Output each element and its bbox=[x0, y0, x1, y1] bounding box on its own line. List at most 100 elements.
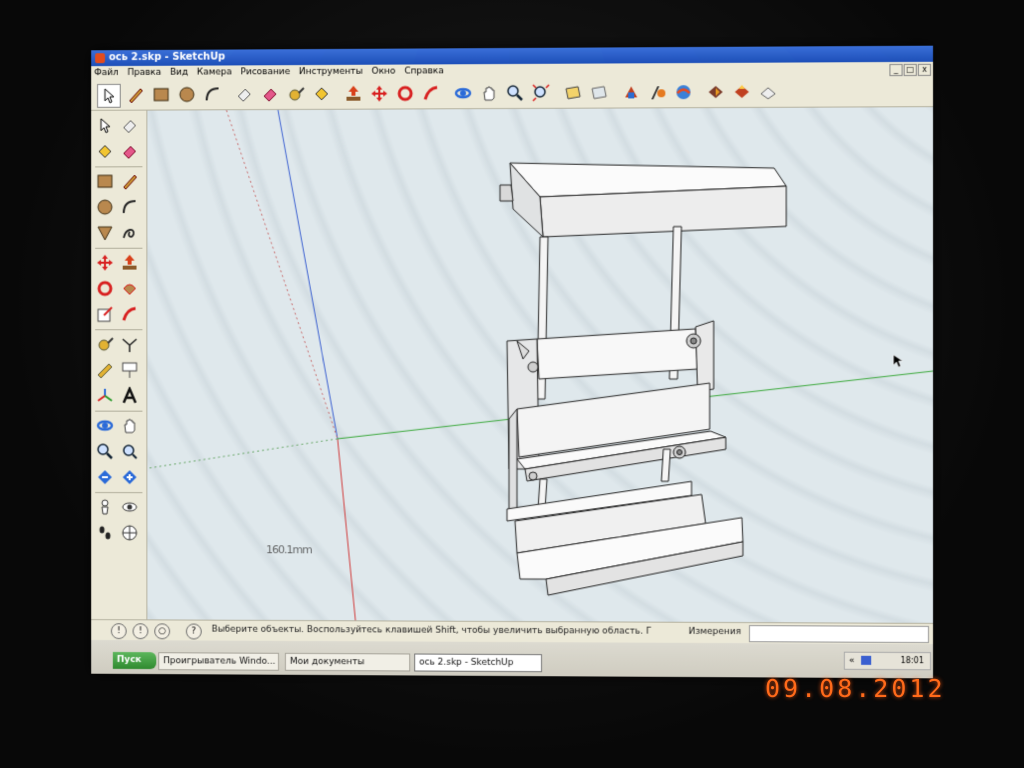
paint-bucket-icon[interactable] bbox=[311, 83, 333, 105]
task-my-documents[interactable]: Мои документы bbox=[284, 652, 411, 672]
paint-bucket-icon[interactable] bbox=[94, 141, 116, 163]
previous-icon[interactable] bbox=[94, 466, 116, 488]
pink-eraser-icon[interactable] bbox=[259, 83, 281, 105]
tray-chevron[interactable]: « bbox=[849, 656, 855, 666]
toolbar-separator bbox=[95, 166, 143, 168]
eraser-icon[interactable] bbox=[119, 140, 141, 162]
menu-camera[interactable]: Камера bbox=[194, 65, 235, 79]
freehand-icon[interactable] bbox=[119, 222, 141, 244]
windows-taskbar: Пуск Проигрыватель Windo... Мои документ… bbox=[91, 639, 934, 679]
user-icon[interactable]: ○ bbox=[154, 623, 171, 640]
look-around-icon[interactable] bbox=[119, 496, 141, 518]
red-axis bbox=[338, 439, 356, 621]
toolbar-separator bbox=[95, 410, 143, 412]
push-pull-icon[interactable] bbox=[119, 252, 141, 274]
select-arrow-icon[interactable] bbox=[97, 83, 121, 108]
menu-window[interactable]: Окно bbox=[369, 65, 399, 79]
components-icon[interactable] bbox=[620, 81, 642, 103]
screen: ось 2.skp - SketchUp Файл Правка Вид Кам… bbox=[91, 45, 934, 679]
geo-location-icon[interactable]: ! bbox=[110, 623, 127, 640]
measurements-label: Измерения bbox=[688, 626, 742, 638]
tape-measure-icon[interactable] bbox=[94, 333, 116, 355]
3d-viewport[interactable]: 160.1mm bbox=[147, 107, 934, 623]
orbit-icon[interactable] bbox=[452, 82, 474, 104]
red-axis-dashed bbox=[226, 110, 337, 439]
toolbar-separator bbox=[95, 247, 143, 249]
menu-draw[interactable]: Рисование bbox=[238, 65, 293, 79]
toolbar-separator bbox=[95, 492, 143, 494]
3d-warehouse-icon[interactable] bbox=[672, 81, 694, 103]
circle-icon[interactable] bbox=[94, 196, 116, 218]
menu-view[interactable]: Вид bbox=[167, 66, 191, 80]
pan-icon[interactable] bbox=[119, 415, 141, 437]
select-icon[interactable] bbox=[94, 115, 116, 137]
circle-icon[interactable] bbox=[176, 84, 198, 106]
menu-file[interactable]: Файл bbox=[91, 66, 121, 80]
zoom-icon[interactable] bbox=[504, 82, 526, 104]
task-label: Проигрыватель Windo... bbox=[163, 656, 276, 667]
next-view-icon[interactable] bbox=[588, 82, 610, 104]
close-button[interactable]: x bbox=[917, 63, 931, 76]
pencil-icon[interactable] bbox=[125, 84, 147, 106]
photo-date-stamp: 09.08.2012 bbox=[765, 674, 946, 703]
get-models-icon[interactable] bbox=[705, 81, 727, 103]
make-component-icon[interactable] bbox=[119, 115, 141, 137]
arc-icon[interactable] bbox=[202, 83, 224, 105]
protractor-icon[interactable] bbox=[94, 359, 116, 381]
task-label: Мои документы bbox=[289, 656, 365, 668]
start-button[interactable]: Пуск bbox=[112, 651, 157, 670]
menu-edit[interactable]: Правка bbox=[124, 66, 164, 80]
scale-icon[interactable] bbox=[94, 303, 116, 325]
language-flag-icon[interactable] bbox=[861, 655, 872, 665]
menu-tools[interactable]: Инструменты bbox=[296, 65, 366, 79]
rectangle-icon[interactable] bbox=[94, 170, 116, 192]
share-model-icon[interactable] bbox=[731, 81, 753, 103]
help-icon[interactable]: ? bbox=[185, 623, 202, 640]
walk-icon[interactable] bbox=[94, 522, 116, 544]
clock: 18:01 bbox=[900, 655, 924, 666]
system-tray: « 18:01 bbox=[843, 651, 931, 671]
restore-button[interactable]: □ bbox=[903, 63, 917, 77]
task-sketchup[interactable]: ось 2.skp - SketchUp bbox=[414, 653, 543, 673]
credits-icon[interactable]: ! bbox=[132, 623, 149, 640]
previous-view-icon[interactable] bbox=[562, 82, 584, 104]
preferences-icon[interactable] bbox=[757, 81, 779, 103]
polygon-icon[interactable] bbox=[94, 222, 116, 244]
zoom-icon[interactable] bbox=[94, 440, 116, 462]
tape-measure-icon[interactable] bbox=[285, 83, 307, 105]
axes-icon[interactable] bbox=[94, 385, 116, 407]
follow-me-icon[interactable] bbox=[119, 278, 141, 300]
pan-icon[interactable] bbox=[478, 82, 500, 104]
rotate-icon[interactable] bbox=[94, 278, 116, 300]
move-icon[interactable] bbox=[94, 252, 116, 274]
zoom-extents-icon[interactable] bbox=[530, 82, 552, 104]
follow-me-icon[interactable] bbox=[420, 82, 442, 104]
position-camera-icon[interactable] bbox=[94, 496, 116, 518]
orbit-icon[interactable] bbox=[94, 415, 116, 437]
model-shelf-assembly[interactable] bbox=[499, 162, 786, 596]
section-plane-icon[interactable] bbox=[646, 81, 668, 103]
push-pull-icon[interactable] bbox=[343, 83, 365, 105]
move-icon[interactable] bbox=[368, 83, 390, 105]
eraser-icon[interactable] bbox=[233, 83, 255, 105]
arc-icon[interactable] bbox=[119, 196, 141, 218]
zoom-extents-icon[interactable] bbox=[119, 466, 141, 488]
menu-help[interactable]: Справка bbox=[401, 64, 447, 78]
rectangle-icon[interactable] bbox=[150, 84, 172, 106]
task-media-player[interactable]: Проигрыватель Windo... bbox=[158, 652, 279, 671]
left-toolbar bbox=[91, 110, 148, 620]
line-icon[interactable] bbox=[119, 170, 141, 192]
minimize-button[interactable]: _ bbox=[889, 63, 903, 77]
toolbar-separator bbox=[95, 329, 143, 331]
mouse-cursor-icon bbox=[893, 355, 902, 367]
task-label: ось 2.skp - SketchUp bbox=[419, 657, 514, 669]
text-icon[interactable] bbox=[119, 359, 141, 381]
dimension-icon[interactable] bbox=[119, 333, 141, 355]
main-toolbar bbox=[91, 75, 934, 111]
zoom-window-icon[interactable] bbox=[119, 440, 141, 462]
rotate-icon[interactable] bbox=[394, 82, 416, 104]
section-plane-icon[interactable] bbox=[119, 522, 141, 544]
measurements-input[interactable] bbox=[748, 625, 929, 644]
3d-text-icon[interactable] bbox=[119, 385, 141, 407]
offset-icon[interactable] bbox=[119, 303, 141, 325]
